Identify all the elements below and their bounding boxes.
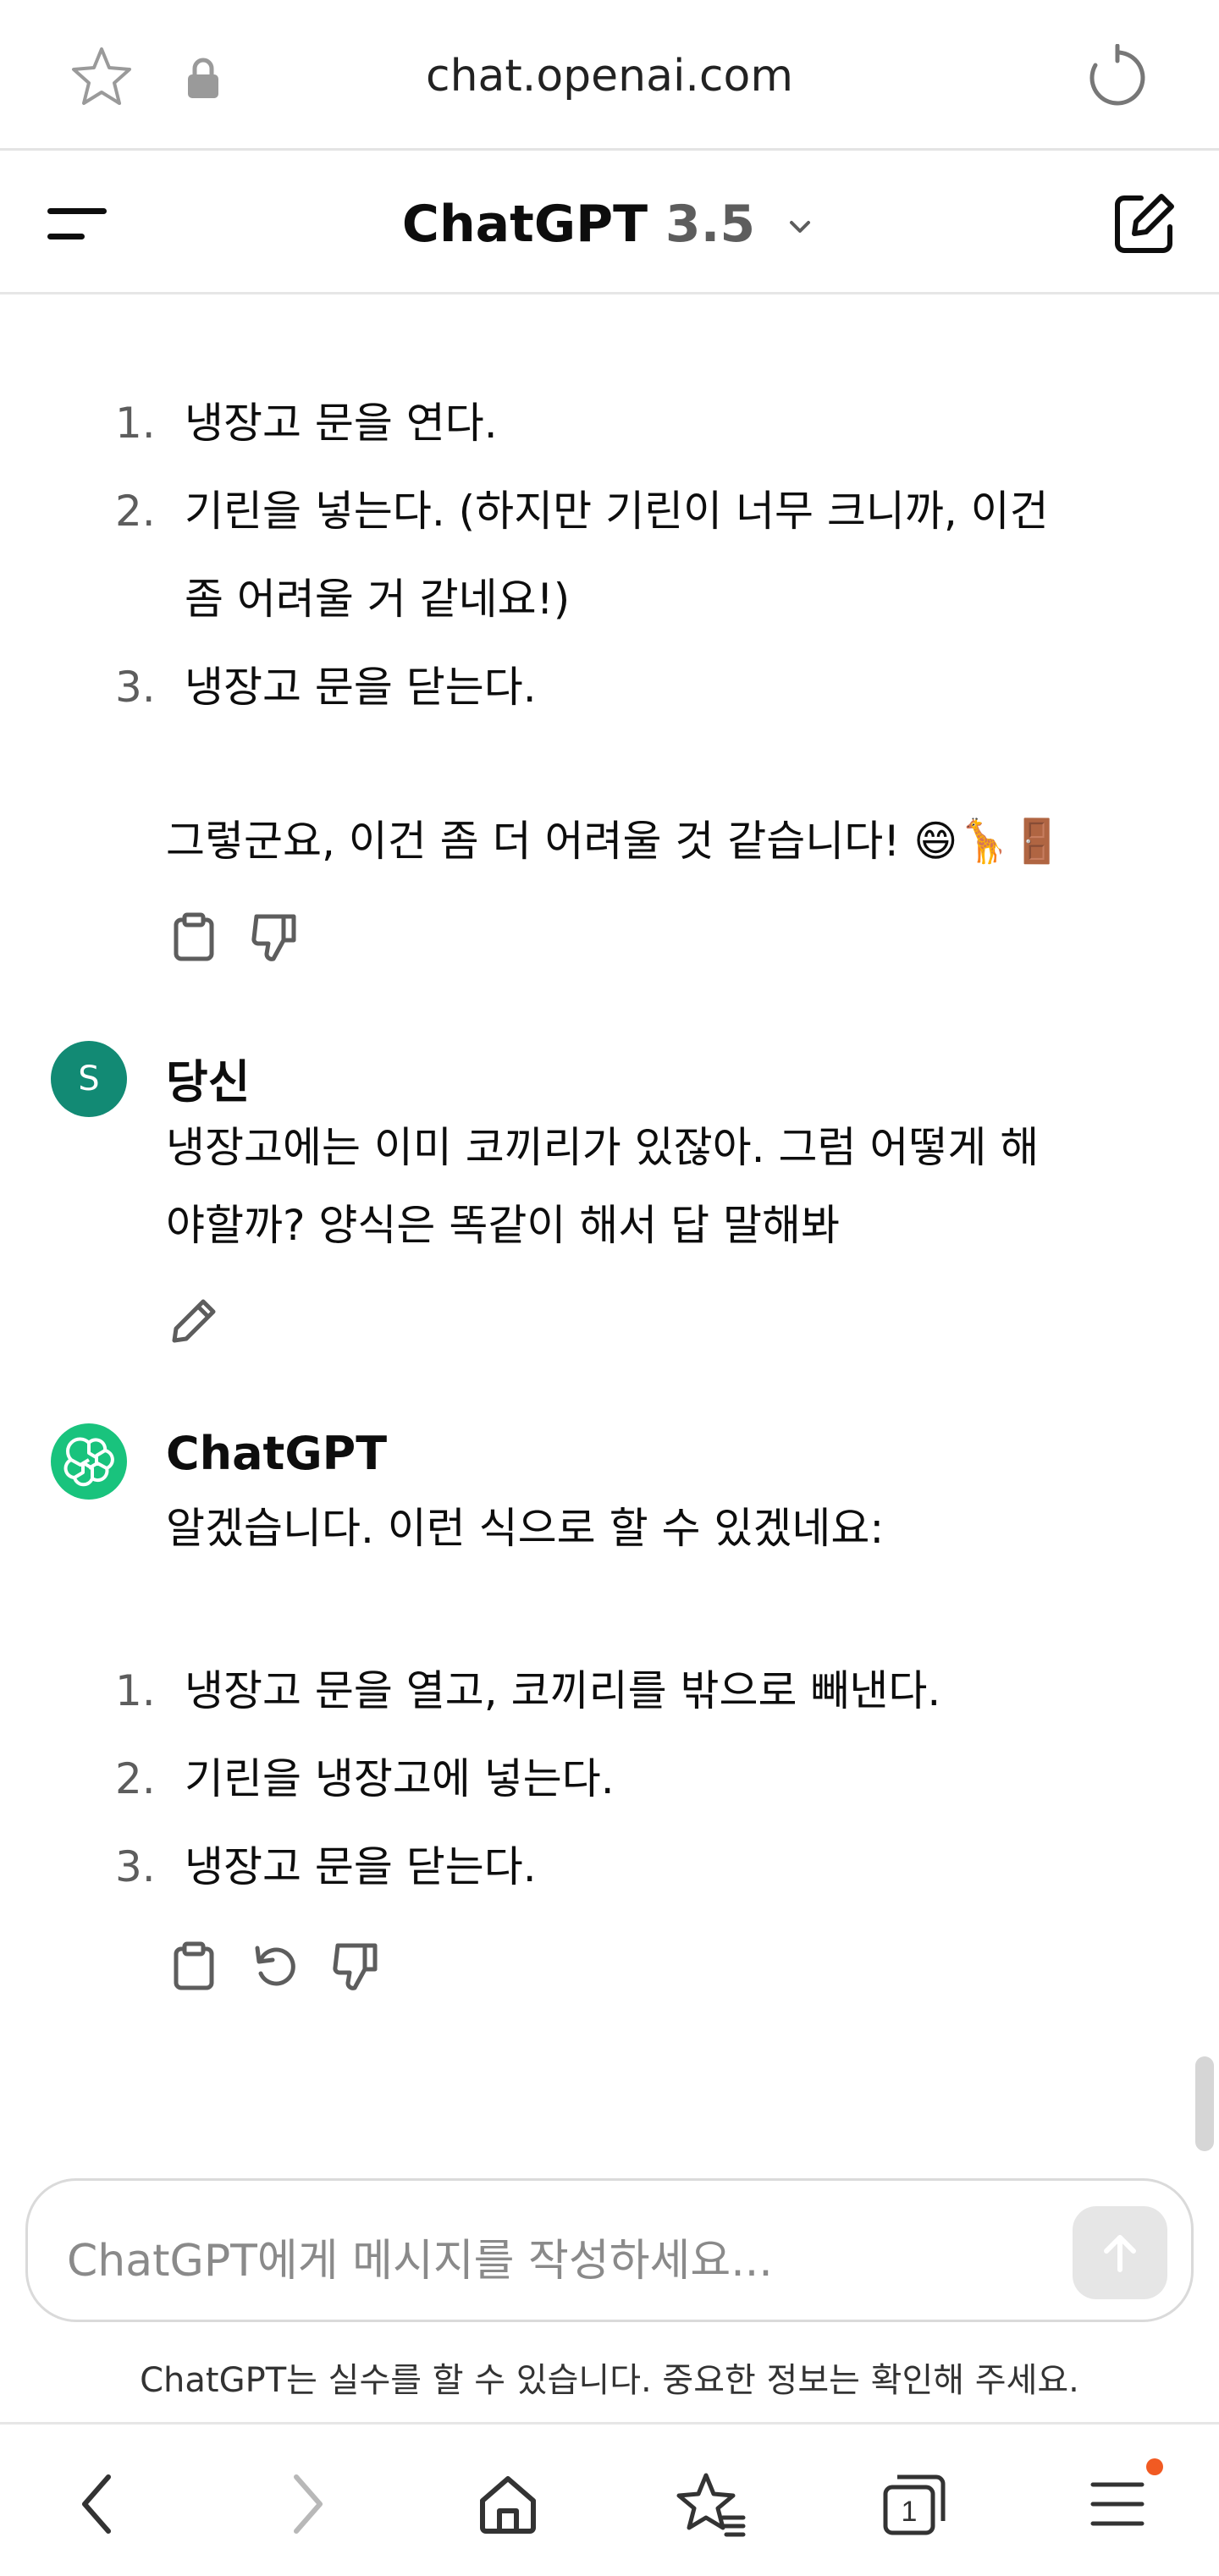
reload-icon[interactable]: [1084, 44, 1151, 112]
message-actions: [166, 1936, 384, 2004]
home-icon: [480, 2476, 536, 2534]
openai-logo-icon: [63, 1437, 114, 1487]
message-composer[interactable]: ChatGPT에게 메시지를 작성하세요...: [25, 2178, 1194, 2322]
list-text: 좀 어려울 거 같네요!): [185, 575, 571, 624]
hamburger-menu-icon: [1090, 2482, 1145, 2526]
assistant-intro-text: 알겠습니다. 이런 식으로 할 수 있겠네요:: [166, 1504, 885, 1553]
browser-url-bar: chat.openai.com: [0, 0, 1219, 151]
user-message-actions: [166, 1291, 222, 1359]
menu-button[interactable]: [1075, 2462, 1160, 2546]
forward-button[interactable]: [264, 2462, 349, 2546]
user-message-line: 냉장고에는 이미 코끼리가 있잖아. 그럼 어떻게 해: [166, 1123, 1040, 1172]
conversation: 1. 냉장고 문을 연다. 2. 기린을 넣는다. (하지만 기린이 너무 크니…: [0, 296, 1219, 2175]
back-icon: [82, 2474, 111, 2534]
app-title: ChatGPT: [401, 195, 648, 254]
list-text: 냉장고 문을 연다.: [185, 399, 498, 448]
regenerate-button[interactable]: [247, 1936, 303, 1995]
user-avatar: S: [51, 1041, 127, 1117]
bookmarks-button[interactable]: [669, 2462, 753, 2546]
scrollbar-thumb[interactable]: [1195, 2056, 1214, 2151]
home-button[interactable]: [466, 2462, 550, 2546]
clipboard-icon: [174, 1941, 214, 1990]
arrow-up-icon: [1104, 2235, 1136, 2272]
forward-icon: [294, 2474, 323, 2534]
tabs-icon: 1: [883, 2474, 946, 2535]
list-text: 기린을 넣는다. (하지만 기린이 너무 크니까, 이건: [185, 487, 1049, 536]
compose-icon[interactable]: [1111, 190, 1178, 257]
url-text[interactable]: chat.openai.com: [0, 51, 1219, 102]
clipboard-icon: [174, 912, 214, 961]
list-number: 2.: [115, 1754, 156, 1803]
tabs-button[interactable]: 1: [872, 2462, 957, 2546]
thumbs-down-icon: [251, 914, 296, 961]
edit-button[interactable]: [166, 1291, 222, 1351]
model-selector[interactable]: ChatGPT 3.5: [0, 195, 1219, 254]
app-header: ChatGPT 3.5: [0, 152, 1219, 294]
chatgpt-author-name: ChatGPT: [166, 1427, 388, 1480]
message-input[interactable]: ChatGPT에게 메시지를 작성하세요...: [67, 2225, 773, 2288]
notification-badge: [1146, 2458, 1163, 2475]
tab-count: 1: [902, 2496, 918, 2528]
chatgpt-avatar: [51, 1423, 127, 1500]
thumbs-down-icon: [333, 1943, 378, 1990]
list-text: 냉장고 문을 열고, 코끼리를 밖으로 빼낸다.: [185, 1666, 941, 1715]
list-text: 냉장고 문을 닫는다.: [185, 663, 537, 712]
message-actions: [166, 907, 303, 975]
thumbs-down-button[interactable]: [247, 907, 303, 966]
user-author-name: 당신: [166, 1055, 251, 1109]
bookmarks-icon: [676, 2473, 746, 2537]
list-number: 3.: [115, 663, 156, 712]
list-number: 1.: [115, 399, 156, 448]
user-message-line: 야할까? 양식은 똑같이 해서 답 말해봐: [166, 1201, 841, 1250]
chevron-down-icon: [790, 221, 811, 234]
list-number: 2.: [115, 487, 156, 536]
regenerate-icon: [255, 1946, 295, 1986]
copy-button[interactable]: [166, 1936, 222, 1995]
disclaimer-text: ChatGPT는 실수를 할 수 있습니다. 중요한 정보는 확인해 주세요.: [140, 2361, 1079, 2400]
send-button[interactable]: [1073, 2206, 1167, 2299]
list-number: 3.: [115, 1842, 156, 1891]
list-text: 기린을 냉장고에 넣는다.: [185, 1754, 615, 1803]
assistant-closing-text: 그렇군요, 이건 좀 더 어려울 것 같습니다! 😄🦒🚪: [166, 817, 1063, 866]
pencil-icon: [172, 1299, 216, 1343]
list-text: 냉장고 문을 닫는다.: [185, 1842, 537, 1891]
back-button[interactable]: [56, 2462, 141, 2546]
browser-bottom-nav: 1: [0, 2422, 1219, 2576]
list-number: 1.: [115, 1666, 156, 1715]
copy-button[interactable]: [166, 907, 222, 966]
thumbs-down-button[interactable]: [328, 1936, 384, 1995]
model-version: 3.5: [665, 195, 756, 254]
